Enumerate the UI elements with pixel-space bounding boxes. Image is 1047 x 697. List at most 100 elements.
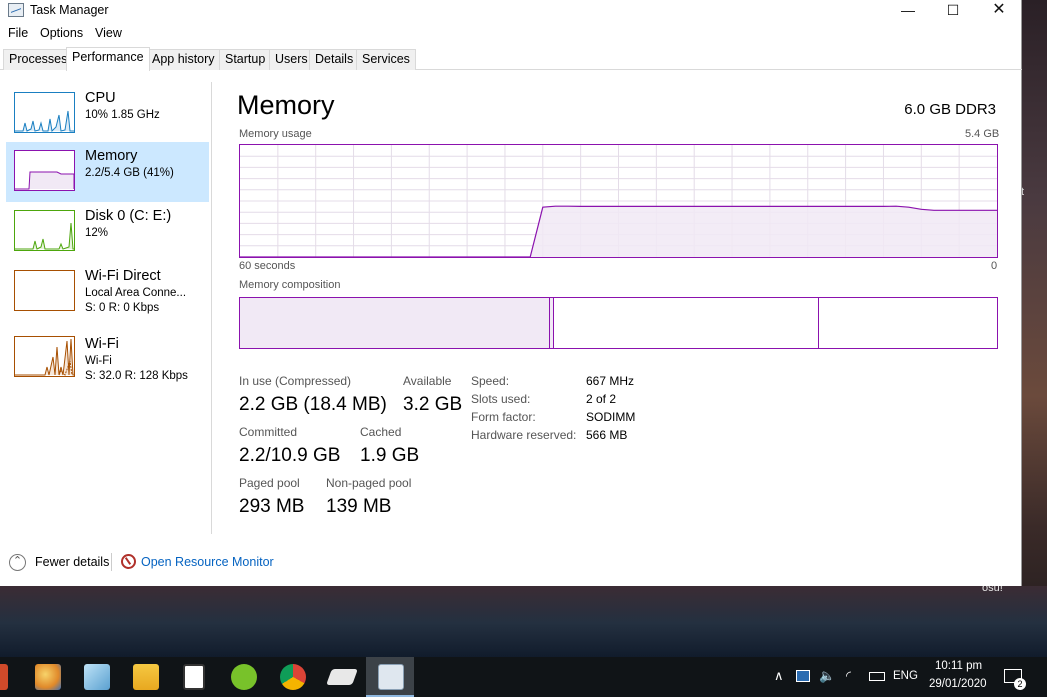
- tab-startup[interactable]: Startup: [219, 49, 272, 70]
- form-factor-value: SODIMM: [586, 410, 636, 424]
- taskbar-active-app[interactable]: [366, 657, 414, 697]
- sidebar-item-detail: Wi-Fi: [85, 355, 112, 367]
- wifi-thumbnail-graph: [14, 336, 75, 377]
- tab-processes[interactable]: Processes: [3, 49, 74, 70]
- taskbar: ∧ 🔈 ◜ ENG 10:11 pm 29/01/2020 2: [0, 657, 1047, 697]
- menu-view[interactable]: View: [95, 26, 122, 40]
- calculator-icon[interactable]: [183, 664, 205, 690]
- sidebar-item-detail: 12%: [85, 227, 109, 239]
- available-label: Available: [403, 374, 452, 388]
- task-manager-icon: [378, 664, 404, 690]
- sidebar-item-detail: 2.2/5.4 GB (41%): [85, 167, 174, 179]
- in-use-label: In use (Compressed): [239, 374, 352, 388]
- sidebar-item-detail: Local Area Conne...: [85, 287, 187, 299]
- speed-value: 667 MHz: [586, 374, 635, 388]
- cached-label: Cached: [360, 425, 402, 439]
- paged-pool-label: Paged pool: [239, 476, 300, 490]
- memory-usage-graph: [239, 144, 998, 258]
- notepad-icon[interactable]: [84, 664, 110, 690]
- footer-bar: ⌃ Fewer details Open Resource Monitor: [0, 550, 1022, 574]
- slots-used-label: Slots used:: [471, 392, 531, 406]
- memory-usage-chart: [240, 145, 997, 257]
- sidebar-item-label: Wi-Fi: [85, 336, 119, 352]
- memory-spec: 6.0 GB DDR3: [904, 101, 996, 118]
- sidebar-item-label: Memory: [85, 148, 138, 164]
- cpu-sparkline: [15, 110, 74, 132]
- cpu-thumbnail-graph: [14, 92, 75, 133]
- in-use-value: 2.2 GB (18.4 MB): [239, 394, 387, 415]
- paint-icon[interactable]: [35, 664, 61, 690]
- clock-time[interactable]: 10:11 pm: [935, 660, 982, 672]
- language-indicator[interactable]: ENG: [893, 670, 918, 682]
- committed-value: 2.2/10.9 GB: [239, 445, 341, 466]
- sidebar-item-wifi[interactable]: Wi-Fi Wi-Fi S: 32.0 R: 128 Kbps: [6, 328, 209, 388]
- cached-value: 1.9 GB: [360, 445, 420, 466]
- notification-count-badge: 2: [1014, 678, 1026, 690]
- form-factor-label: Form factor:: [471, 410, 536, 424]
- tab-app-history[interactable]: App history: [146, 49, 221, 70]
- speed-label: Speed:: [471, 374, 510, 388]
- hardware-reserved-label: Hardware reserved:: [471, 428, 577, 442]
- memory-usage-max: 5.4 GB: [965, 128, 1000, 140]
- tab-details[interactable]: Details: [309, 49, 360, 70]
- battery-icon[interactable]: [869, 672, 885, 681]
- disk-sparkline: [15, 222, 74, 250]
- sidebar-item-throughput: S: 0 R: 0 Kbps: [85, 302, 160, 314]
- menu-file[interactable]: File: [8, 26, 28, 40]
- tab-bar: Processes Performance App history Startu…: [0, 47, 1022, 71]
- memory-thumbnail-graph: [14, 150, 75, 191]
- partial-app-icon[interactable]: [0, 664, 8, 690]
- drive-icon[interactable]: [326, 669, 358, 685]
- window-title: Task Manager: [30, 3, 109, 17]
- desktop-background-bottom: [0, 586, 1047, 660]
- minimize-button[interactable]: —: [885, 0, 931, 22]
- wifi-icon[interactable]: ◜: [846, 668, 851, 684]
- tab-users[interactable]: Users: [269, 49, 314, 70]
- task-manager-window: Task Manager — ☐ ✕ File Options View Pro…: [0, 0, 1022, 586]
- footer-divider: [111, 553, 112, 571]
- composition-in-use-segment[interactable]: [240, 298, 550, 348]
- chrome-icon[interactable]: [280, 664, 306, 690]
- utorrent-icon[interactable]: [231, 664, 257, 690]
- paged-pool-value: 293 MB: [239, 496, 305, 517]
- sidebar-item-memory[interactable]: Memory 2.2/5.4 GB (41%): [6, 142, 209, 202]
- memory-composition-label: Memory composition: [239, 279, 341, 291]
- disk-thumbnail-graph: [14, 210, 75, 251]
- time-axis-start: 60 seconds: [239, 260, 296, 272]
- title-bar[interactable]: Task Manager — ☐ ✕: [0, 0, 1022, 22]
- file-explorer-icon[interactable]: [133, 664, 159, 690]
- committed-label: Committed: [239, 425, 298, 439]
- chevron-up-icon[interactable]: ⌃: [9, 554, 26, 571]
- performance-sidebar: CPU 10% 1.85 GHz Memory 2.2/5.4 GB (41%)…: [0, 82, 212, 534]
- sidebar-item-label: Disk 0 (C: E:): [85, 208, 172, 224]
- maximize-button[interactable]: ☐: [930, 0, 976, 22]
- close-button[interactable]: ✕: [976, 0, 1022, 22]
- wifi-direct-thumbnail-graph: [14, 270, 75, 311]
- clock-date[interactable]: 29/01/2020: [929, 678, 987, 690]
- resource-monitor-icon[interactable]: [121, 554, 136, 569]
- wifi-sparkline: [15, 338, 74, 376]
- memory-sparkline: [15, 171, 74, 190]
- sidebar-item-label: CPU: [85, 90, 116, 106]
- composition-free-segment[interactable]: [819, 298, 997, 348]
- open-resource-monitor-link[interactable]: Open Resource Monitor: [141, 555, 274, 569]
- menu-options[interactable]: Options: [40, 26, 83, 40]
- page-title: Memory: [237, 90, 335, 120]
- tab-performance[interactable]: Performance: [66, 47, 150, 71]
- hardware-reserved-value: 566 MB: [586, 428, 628, 442]
- tab-services[interactable]: Services: [356, 49, 416, 70]
- sidebar-item-wifi-direct[interactable]: Wi-Fi Direct Local Area Conne... S: 0 R:…: [6, 262, 209, 322]
- memory-usage-label: Memory usage: [239, 128, 312, 140]
- bluetooth-icon[interactable]: [796, 670, 810, 682]
- chevron-up-icon[interactable]: ∧: [774, 668, 784, 684]
- volume-icon[interactable]: 🔈: [819, 668, 835, 684]
- sidebar-item-disk[interactable]: Disk 0 (C: E:) 12%: [6, 202, 209, 262]
- sidebar-item-throughput: S: 32.0 R: 128 Kbps: [85, 370, 188, 382]
- memory-composition-bar: [239, 297, 998, 349]
- task-manager-icon: [8, 3, 24, 17]
- sidebar-item-label: Wi-Fi Direct: [85, 268, 161, 284]
- non-paged-pool-label: Non-paged pool: [326, 476, 412, 490]
- sidebar-item-cpu[interactable]: CPU 10% 1.85 GHz: [6, 84, 209, 144]
- fewer-details-link[interactable]: Fewer details: [35, 555, 109, 569]
- composition-standby-segment[interactable]: [554, 298, 819, 348]
